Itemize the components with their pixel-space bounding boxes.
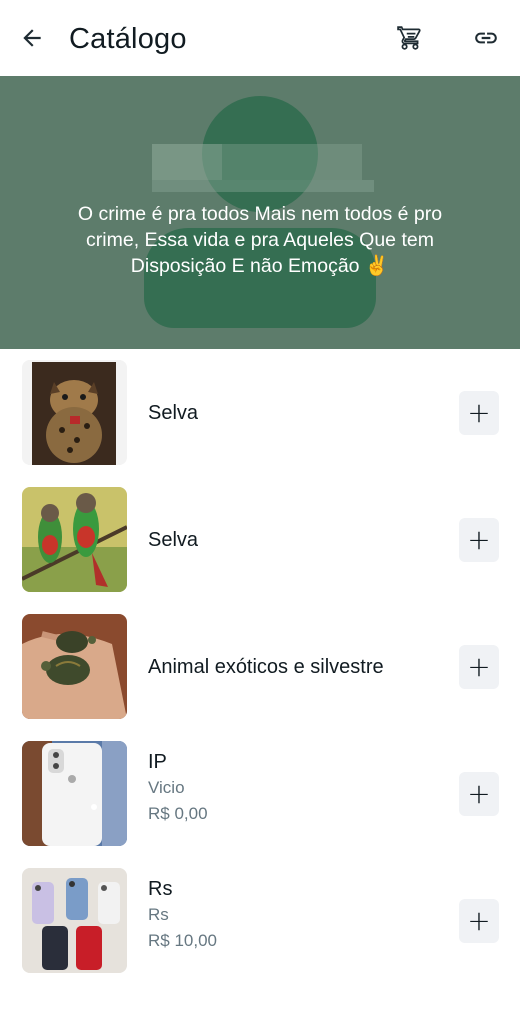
- blurred-area: [152, 144, 222, 180]
- description-line: crime, Essa vida e pra Aqueles Que tem: [86, 229, 434, 251]
- product-price: R$ 10,00: [148, 931, 217, 950]
- plus-icon: +: [467, 777, 491, 810]
- turtles-in-hand-photo: [22, 614, 127, 719]
- product-item[interactable]: Rs Rs R$ 10,00 +: [0, 857, 520, 984]
- description-line: Disposição E não Emoção ✌️: [130, 255, 390, 277]
- product-name: IP: [148, 751, 167, 773]
- blurred-area: [152, 180, 374, 192]
- add-to-cart-button[interactable]: +: [459, 391, 499, 435]
- ocelot-kitten-photo: [22, 360, 127, 465]
- plus-icon: +: [467, 904, 491, 937]
- product-item[interactable]: IP Vicio R$ 0,00 +: [0, 730, 520, 857]
- product-price: R$ 0,00: [148, 804, 208, 823]
- green-parakeets-photo: [22, 487, 127, 592]
- catalog-description: O crime é pra todos Mais nem todos é pro…: [40, 201, 480, 279]
- plus-icon: +: [467, 396, 491, 429]
- product-name: Rs: [148, 878, 173, 900]
- add-to-cart-button[interactable]: +: [459, 899, 499, 943]
- iphones-group-photo: [22, 868, 127, 973]
- product-item[interactable]: Selva +: [0, 476, 520, 603]
- product-name: Selva: [148, 402, 199, 424]
- plus-icon: +: [467, 523, 491, 556]
- description-line: O crime é pra todos Mais nem todos é pro: [77, 203, 443, 225]
- arrow-left-icon[interactable]: [14, 20, 50, 56]
- product-item[interactable]: Selva +: [0, 349, 520, 476]
- product-name: Selva: [148, 529, 199, 551]
- product-item[interactable]: Animal exóticos e silvestre +: [0, 603, 520, 730]
- app-bar: Catálogo: [0, 0, 520, 76]
- product-list: Selva + Selva + Animal exóticos e silves…: [0, 349, 520, 984]
- catalog-cover: O crime é pra todos Mais nem todos é pro…: [0, 76, 520, 349]
- white-iphone-photo: [22, 741, 127, 846]
- product-description: Vicio: [148, 778, 185, 797]
- blurred-area: [222, 144, 362, 180]
- add-to-cart-button[interactable]: +: [459, 772, 499, 816]
- plus-icon: +: [467, 650, 491, 683]
- product-name: Animal exóticos e silvestre: [148, 656, 384, 678]
- link-icon[interactable]: [466, 20, 506, 56]
- page-title: Catálogo: [69, 23, 187, 55]
- cart-icon[interactable]: [390, 20, 430, 56]
- product-description: Rs: [148, 905, 169, 924]
- add-to-cart-button[interactable]: +: [459, 645, 499, 689]
- add-to-cart-button[interactable]: +: [459, 518, 499, 562]
